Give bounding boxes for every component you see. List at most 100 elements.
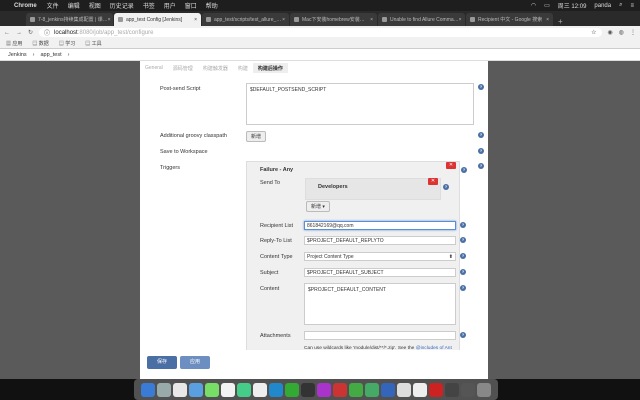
add-recipient-dropdown[interactable]: 新增 ▾	[306, 201, 330, 212]
tab-triggers[interactable]: 构建触发器	[198, 63, 233, 73]
help-icon[interactable]: ?	[461, 167, 467, 173]
content-type-select[interactable]: Project Content Type ⬍	[304, 252, 456, 261]
help-icon[interactable]: ?	[460, 222, 466, 228]
launchpad-icon[interactable]	[157, 382, 171, 397]
typora-icon[interactable]	[253, 382, 267, 397]
app-icon[interactable]	[381, 382, 395, 397]
reply-to-input[interactable]: $PROJECT_DEFAULT_REPLYTO	[304, 236, 456, 245]
screen-record-icon[interactable]	[461, 382, 475, 397]
new-tab-icon[interactable]: +	[558, 17, 563, 26]
help-icon[interactable]: ?	[478, 132, 484, 138]
tab-scm[interactable]: 源码管理	[168, 63, 198, 73]
bookmark-folder[interactable]: ▤ 工具	[85, 40, 101, 47]
url-host: localhost	[54, 29, 78, 36]
extension-icon[interactable]: ◍	[619, 29, 624, 36]
user-name[interactable]: panda	[594, 3, 611, 9]
app-icon[interactable]	[317, 382, 331, 397]
back-icon[interactable]: ←	[4, 30, 10, 36]
close-tab-icon[interactable]: ×	[194, 17, 197, 23]
menu-edit[interactable]: 编辑	[68, 1, 80, 10]
browser-tab[interactable]: app_test/scripts/test_allure_… ×	[202, 13, 289, 26]
subject-input[interactable]: $PROJECT_DEFAULT_SUBJECT	[304, 268, 456, 277]
browser-tab-active[interactable]: app_test Config [Jenkins] ×	[114, 13, 201, 26]
menu-window[interactable]: 窗口	[185, 1, 197, 10]
wifi-icon[interactable]: ◠	[531, 2, 536, 9]
trash-icon[interactable]	[477, 382, 491, 397]
help-icon[interactable]: ?	[443, 184, 449, 190]
attachments-input[interactable]	[304, 331, 456, 340]
delete-developers-button[interactable]: ✕	[428, 178, 438, 185]
menu-view[interactable]: 视图	[89, 1, 101, 10]
tab-build[interactable]: 构建	[233, 63, 253, 73]
forward-icon[interactable]: →	[16, 30, 22, 36]
breadcrumb-jenkins[interactable]: Jenkins	[8, 52, 27, 58]
recipient-list-input[interactable]: 861842169@qq.com	[304, 221, 456, 230]
close-tab-icon[interactable]: ×	[546, 17, 549, 23]
app-icon[interactable]	[413, 382, 427, 397]
extension-icon[interactable]: ◉	[608, 29, 613, 36]
close-tab-icon[interactable]: ×	[459, 17, 462, 23]
config-tabs: General 源码管理 构建触发器 构建 构建后操作	[140, 63, 288, 73]
search-icon[interactable]: ⌕	[619, 2, 622, 9]
chrome-icon[interactable]	[173, 382, 187, 397]
calendar-icon[interactable]	[221, 382, 235, 397]
app-menu[interactable]: Chrome	[14, 3, 37, 9]
browser-tab[interactable]: Unable to find Allure Comma… ×	[378, 13, 465, 26]
terminal-icon[interactable]	[301, 382, 315, 397]
recipient-list-label: Recipient List	[260, 223, 294, 229]
star-icon[interactable]: ☆	[591, 29, 596, 36]
menu-history[interactable]: 历史记录	[110, 1, 134, 10]
add-classpath-button[interactable]: 新增	[246, 131, 267, 142]
app-icon[interactable]	[365, 382, 379, 397]
apply-button[interactable]: 应用	[180, 356, 210, 369]
help-icon[interactable]: ?	[460, 237, 466, 243]
post-send-script-textarea[interactable]: $DEFAULT_POSTSEND_SCRIPT	[246, 83, 474, 125]
close-tab-icon[interactable]: ×	[108, 17, 111, 23]
info-icon[interactable]: ⓘ	[44, 28, 50, 37]
menu-people[interactable]: 用户	[164, 1, 176, 10]
more-menu-icon[interactable]: ⋮	[630, 29, 636, 36]
breadcrumb-job[interactable]: app_test	[41, 52, 62, 58]
save-button[interactable]: 保存	[147, 356, 177, 369]
browser-tab[interactable]: 7-8_jenkins持续集成配置 | 课… ×	[26, 13, 113, 26]
help-icon[interactable]: ?	[460, 285, 466, 291]
app-icon[interactable]	[205, 382, 219, 397]
xmind-icon[interactable]	[429, 382, 443, 397]
help-icon[interactable]: ?	[478, 84, 484, 90]
tab-post-build[interactable]: 构建后操作	[252, 63, 288, 73]
tab-general[interactable]: General	[140, 63, 168, 73]
help-icon[interactable]: ?	[460, 253, 466, 259]
menu-help[interactable]: 帮助	[206, 1, 218, 10]
help-icon[interactable]: ?	[478, 148, 484, 154]
menu-list-icon[interactable]: ≡	[630, 3, 634, 9]
finder-icon[interactable]	[141, 382, 155, 397]
notes-icon[interactable]	[237, 382, 251, 397]
clock[interactable]: 周三 12:09	[558, 1, 587, 10]
quicktime-icon[interactable]	[445, 382, 459, 397]
safari-icon[interactable]	[189, 382, 203, 397]
content-textarea[interactable]: $PROJECT_DEFAULT_CONTENT	[304, 283, 456, 325]
close-tab-icon[interactable]: ×	[370, 17, 373, 23]
help-icon[interactable]: ?	[460, 269, 466, 275]
app-icon[interactable]	[349, 382, 363, 397]
browser-tab[interactable]: Recipient 中文 - Google 搜索 ×	[466, 13, 553, 26]
menu-bookmarks[interactable]: 书签	[143, 1, 155, 10]
jenkins-favicon-icon	[118, 17, 123, 22]
bookmark-apps[interactable]: ▦ 应用	[6, 40, 22, 47]
bookmark-folder[interactable]: ▤ 学习	[59, 40, 75, 47]
help-icon[interactable]: ?	[478, 163, 484, 169]
close-tab-icon[interactable]: ×	[282, 17, 285, 23]
pycharm-icon[interactable]	[269, 382, 283, 397]
bookmark-folder[interactable]: ▤ 数据	[32, 40, 48, 47]
address-toolbar: ← → ↻ ⓘ localhost:8080/job/app_test/conf…	[0, 26, 640, 39]
app-icon[interactable]	[397, 382, 411, 397]
delete-trigger-button[interactable]: ✕	[446, 162, 456, 169]
reload-icon[interactable]: ↻	[28, 29, 33, 36]
battery-icon[interactable]: ▭	[544, 2, 550, 9]
menu-file[interactable]: 文件	[47, 1, 59, 10]
address-bar[interactable]: ⓘ localhost:8080/job/app_test/configure …	[39, 28, 602, 37]
wechat-icon[interactable]	[285, 382, 299, 397]
app-icon[interactable]	[333, 382, 347, 397]
help-icon[interactable]: ?	[460, 332, 466, 338]
browser-tab[interactable]: Mac下安装homebrew安装… ×	[290, 13, 377, 26]
